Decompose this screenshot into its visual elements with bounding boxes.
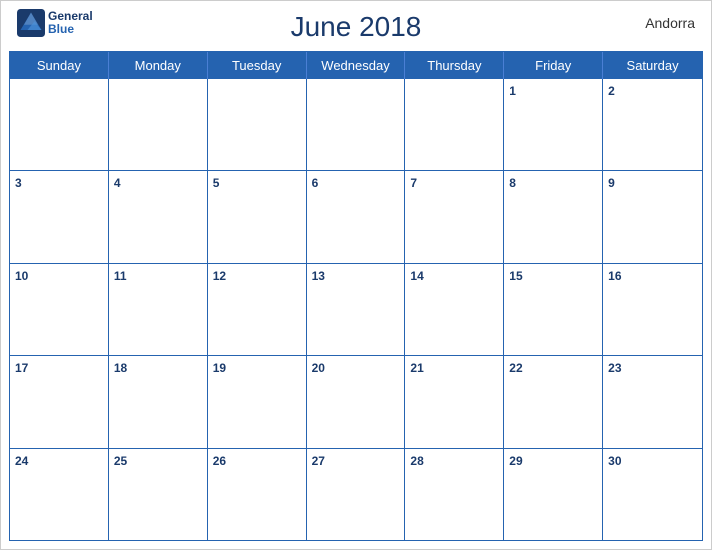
day-cell: 11 <box>109 264 208 355</box>
day-number: 13 <box>312 269 325 283</box>
day-number: 24 <box>15 454 28 468</box>
week-row-2: 3 4 5 6 7 8 9 <box>10 170 702 262</box>
day-cell: 14 <box>405 264 504 355</box>
day-number: 17 <box>15 361 28 375</box>
day-cell: 7 <box>405 171 504 262</box>
day-cell: 19 <box>208 356 307 447</box>
day-number: 28 <box>410 454 423 468</box>
header-friday: Friday <box>504 52 603 79</box>
day-number: 19 <box>213 361 226 375</box>
logo-icon <box>17 9 45 37</box>
day-number: 5 <box>213 176 220 190</box>
day-cell: 20 <box>307 356 406 447</box>
day-cell: 5 <box>208 171 307 262</box>
day-number: 9 <box>608 176 615 190</box>
day-cell: 22 <box>504 356 603 447</box>
day-cell <box>109 79 208 170</box>
day-cell: 17 <box>10 356 109 447</box>
week-row-5: 24 25 26 27 28 29 30 <box>10 448 702 540</box>
day-cell: 4 <box>109 171 208 262</box>
day-number: 23 <box>608 361 621 375</box>
day-number: 6 <box>312 176 319 190</box>
day-cell: 1 <box>504 79 603 170</box>
day-number: 10 <box>15 269 28 283</box>
day-number: 29 <box>509 454 522 468</box>
calendar-table: Sunday Monday Tuesday Wednesday Thursday… <box>9 51 703 541</box>
logo-blue: Blue <box>48 23 93 36</box>
country-label: Andorra <box>645 15 695 31</box>
day-cell: 8 <box>504 171 603 262</box>
day-number: 27 <box>312 454 325 468</box>
day-cell: 24 <box>10 449 109 540</box>
day-number: 1 <box>509 84 516 98</box>
day-cell: 18 <box>109 356 208 447</box>
day-number: 20 <box>312 361 325 375</box>
day-cell: 9 <box>603 171 702 262</box>
day-cell: 27 <box>307 449 406 540</box>
day-cell: 25 <box>109 449 208 540</box>
day-cell: 12 <box>208 264 307 355</box>
day-number: 18 <box>114 361 127 375</box>
day-number: 15 <box>509 269 522 283</box>
day-cell: 16 <box>603 264 702 355</box>
day-cell: 28 <box>405 449 504 540</box>
day-number: 7 <box>410 176 417 190</box>
day-number: 21 <box>410 361 423 375</box>
header-saturday: Saturday <box>603 52 702 79</box>
day-cell: 21 <box>405 356 504 447</box>
day-number: 4 <box>114 176 121 190</box>
calendar-title: June 2018 <box>291 11 422 43</box>
day-cell <box>10 79 109 170</box>
header-monday: Monday <box>109 52 208 79</box>
day-cell: 2 <box>603 79 702 170</box>
day-number: 22 <box>509 361 522 375</box>
calendar-header: General Blue June 2018 Andorra <box>1 1 711 47</box>
day-cell: 6 <box>307 171 406 262</box>
day-cell <box>405 79 504 170</box>
day-cell: 13 <box>307 264 406 355</box>
day-number: 8 <box>509 176 516 190</box>
day-cell: 29 <box>504 449 603 540</box>
day-cell <box>208 79 307 170</box>
day-cell <box>307 79 406 170</box>
day-number: 25 <box>114 454 127 468</box>
day-number: 16 <box>608 269 621 283</box>
day-number: 3 <box>15 176 22 190</box>
day-cell: 10 <box>10 264 109 355</box>
logo-text: General Blue <box>48 10 93 36</box>
header-wednesday: Wednesday <box>307 52 406 79</box>
header-thursday: Thursday <box>405 52 504 79</box>
day-cell: 3 <box>10 171 109 262</box>
day-number: 2 <box>608 84 615 98</box>
week-row-3: 10 11 12 13 14 15 16 <box>10 263 702 355</box>
day-number: 12 <box>213 269 226 283</box>
day-number: 30 <box>608 454 621 468</box>
calendar-container: General Blue June 2018 Andorra Sunday Mo… <box>0 0 712 550</box>
day-cell: 15 <box>504 264 603 355</box>
day-number: 26 <box>213 454 226 468</box>
week-row-4: 17 18 19 20 21 22 23 <box>10 355 702 447</box>
logo: General Blue <box>17 9 93 37</box>
day-number: 11 <box>114 269 127 283</box>
header-sunday: Sunday <box>10 52 109 79</box>
day-cell: 30 <box>603 449 702 540</box>
week-row-1: 12 <box>10 79 702 170</box>
header-tuesday: Tuesday <box>208 52 307 79</box>
day-number: 14 <box>410 269 423 283</box>
day-cell: 23 <box>603 356 702 447</box>
weeks-container: 1234567891011121314151617181920212223242… <box>10 79 702 540</box>
day-cell: 26 <box>208 449 307 540</box>
day-headers-row: Sunday Monday Tuesday Wednesday Thursday… <box>10 52 702 79</box>
